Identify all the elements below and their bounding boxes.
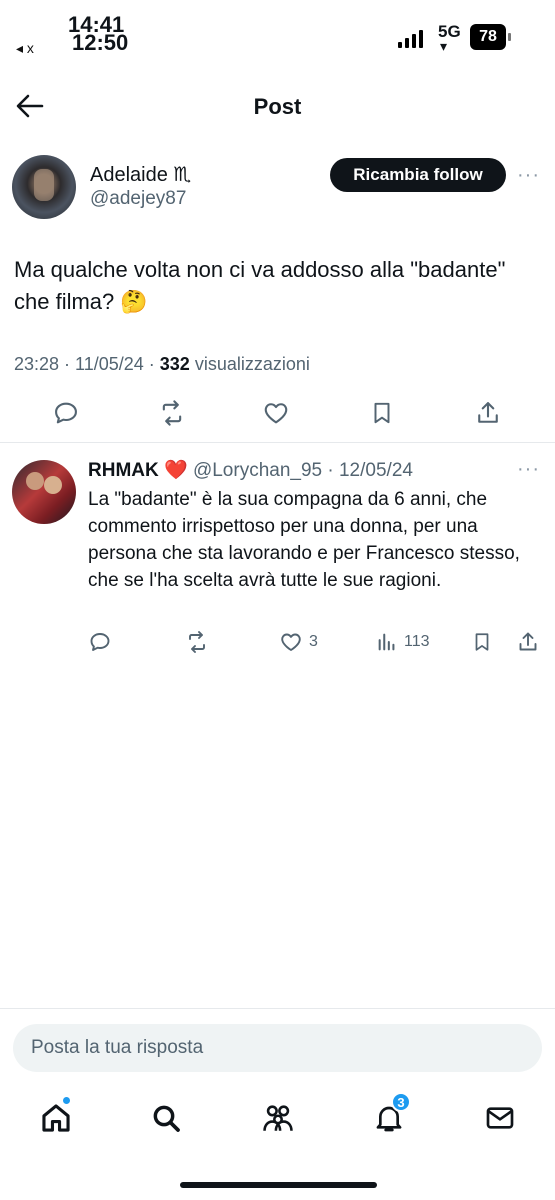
reply-text: La "badante" è la sua compagna da 6 anni… [88,489,520,591]
notifications-badge: 3 [391,1092,411,1112]
avatar[interactable] [12,155,76,219]
reply-input[interactable] [31,1037,542,1059]
author-handle[interactable]: @adejey87 [90,188,186,210]
status-time-bottom: 12:50 [72,30,129,55]
battery-icon: 78 [470,24,511,50]
post-text: Ma qualche volta non ci va addosso alla … [14,257,506,314]
home-icon [42,1104,70,1132]
repost-icon[interactable] [184,628,210,656]
like-count: 3 [309,633,318,650]
reply-composer[interactable] [13,1024,542,1072]
tab-search[interactable] [146,1098,186,1138]
header: Post [0,80,555,134]
reply-icon[interactable] [49,396,83,430]
follow-back-button[interactable]: Ricambia follow [330,158,506,192]
tab-home[interactable] [36,1096,76,1138]
bookmark-icon[interactable] [365,396,399,430]
tab-notifications[interactable]: 3 [369,1092,411,1138]
avatar[interactable] [12,460,76,524]
reply-icon[interactable] [88,628,112,656]
battery-level: 78 [479,28,497,45]
mail-icon [486,1107,514,1129]
reply-header: RHMAK ❤️ @Lorychan_95 · 12/05/24 [88,458,413,482]
post-timestamp: 23:28 · 11/05/24 · [14,354,160,374]
views-count: 113 [404,633,430,650]
share-icon[interactable] [516,628,540,656]
post-meta: 23:28 · 11/05/24 · 332 visualizzazioni [14,354,310,375]
more-options-icon[interactable]: ··· [517,164,540,187]
heart-emoji: ❤️ [164,460,188,481]
bookmark-icon[interactable] [471,628,493,656]
reply-handle-date[interactable]: @Lorychan_95 · 12/05/24 [193,460,413,481]
views-button[interactable]: 113 [376,628,430,656]
signal-icon [398,28,423,48]
home-unread-dot [62,1096,71,1105]
views-count: 332 [159,354,190,374]
wifi-icon: ▾ [440,38,448,54]
status-bar: 14:41 12:50 ◂ x 5G ▾ 78 [0,0,555,70]
like-icon[interactable] [259,396,293,430]
views-label: visualizzazioni [189,354,310,374]
reply-author-name[interactable]: RHMAK [88,460,159,481]
views-icon [378,633,395,651]
tab-communities[interactable] [258,1098,298,1138]
more-options-icon[interactable]: ··· [517,458,540,481]
like-icon [281,633,301,651]
like-button[interactable]: 3 [279,628,318,656]
tab-bar: 3 [0,1090,555,1150]
page-title: Post [253,94,302,119]
divider [0,442,555,443]
communities-icon [263,1105,293,1131]
tab-messages[interactable] [480,1098,520,1138]
back-to-app-link[interactable]: ◂ x [16,40,34,57]
post-actions [0,396,555,432]
home-indicator [180,1182,377,1188]
reply-actions: 3 113 [0,628,555,658]
divider [0,1008,555,1009]
repost-icon[interactable] [155,396,189,430]
share-icon[interactable] [471,396,505,430]
search-icon [153,1105,180,1132]
author-name[interactable]: Adelaide ♏ [90,162,191,187]
